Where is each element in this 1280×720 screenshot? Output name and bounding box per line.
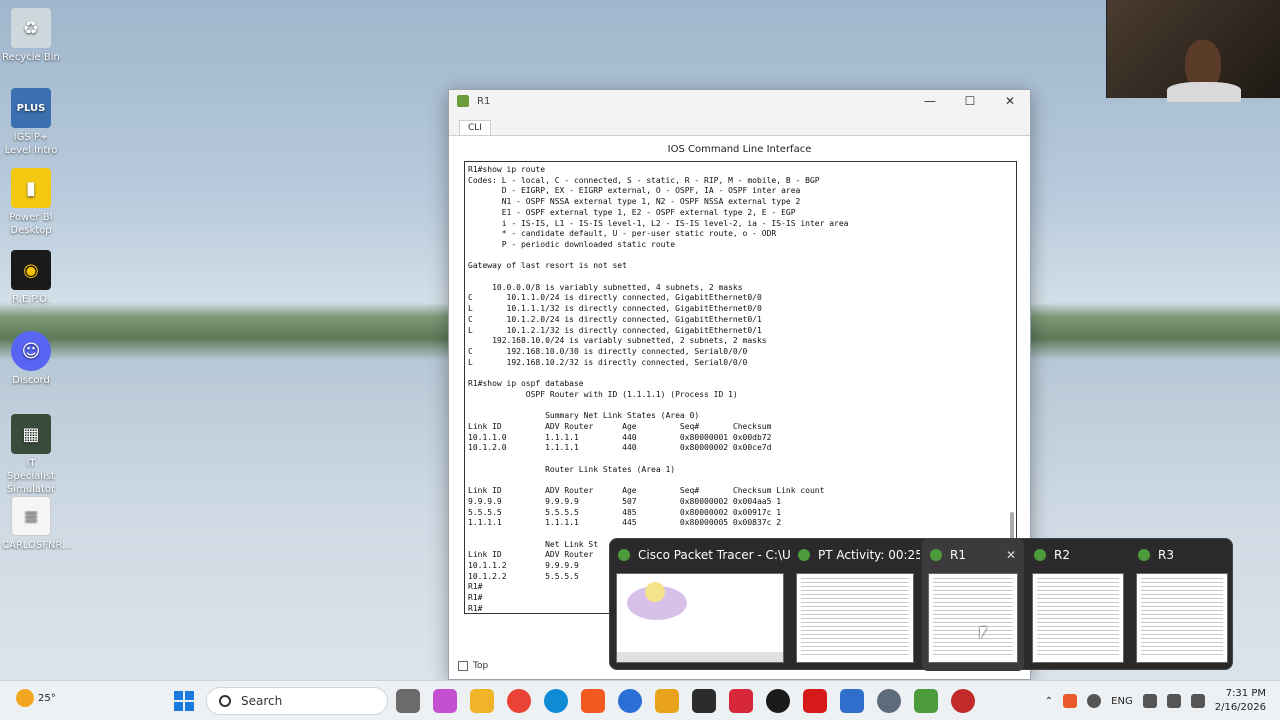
- file-explorer-icon[interactable]: [470, 689, 494, 713]
- taskbar-preview-popup: Cisco Packet Tracer - C:\Us... PT Activi…: [609, 538, 1234, 671]
- weather-sun-icon: [16, 689, 34, 707]
- mouse-cursor-icon: [980, 627, 987, 639]
- preview-thumbnail: [796, 573, 914, 663]
- search-icon: [219, 695, 231, 707]
- plus-app-icon: PLUS: [11, 88, 51, 128]
- desktop-icon-discord[interactable]: ☺ Discord: [2, 331, 60, 387]
- taskbar-apps: [396, 689, 975, 713]
- desktop-icon-power-bi[interactable]: ▮ Power BI Desktop: [2, 168, 60, 237]
- preview-thumbnail: [1136, 573, 1228, 663]
- taskbar-search[interactable]: Search: [206, 687, 388, 715]
- discord-icon: ☺: [11, 331, 51, 371]
- language-indicator[interactable]: ENG: [1111, 696, 1133, 707]
- preview-close-button[interactable]: ✕: [1006, 548, 1016, 562]
- preview-thumbnail: [616, 573, 784, 663]
- it-simulator-icon: ▦: [11, 414, 51, 454]
- weather-widget[interactable]: 25°: [16, 689, 56, 707]
- close-button[interactable]: ✕: [990, 90, 1030, 112]
- recycle-bin-icon: ♻: [11, 8, 51, 48]
- preview-thumbnail: [1032, 573, 1124, 663]
- clock[interactable]: 7:31 PM 2/16/2026: [1215, 687, 1266, 715]
- document-icon: ≡: [11, 496, 51, 536]
- chevron-up-icon[interactable]: ⌃: [1045, 696, 1053, 707]
- packet-tracer-icon: [1138, 549, 1150, 561]
- packet-tracer-icon[interactable]: [914, 689, 938, 713]
- packet-tracer-icon: [618, 549, 630, 561]
- maximize-button[interactable]: ☐: [950, 90, 990, 112]
- packet-tracer-icon: [930, 549, 942, 561]
- desktop-icon-igs[interactable]: PLUS IGS P+ Level Intro: [2, 88, 60, 157]
- preview-r2[interactable]: R2: [1026, 539, 1130, 671]
- power-bi-icon: ▮: [11, 168, 51, 208]
- preview-thumbnail: [928, 573, 1018, 663]
- preview-pt-activity[interactable]: PT Activity: 00:25...: [790, 539, 920, 671]
- settings-icon[interactable]: [877, 689, 901, 713]
- start-button[interactable]: [174, 691, 194, 711]
- tab-strip: CLI: [449, 112, 1030, 136]
- desktop-icon-repo[interactable]: ◉ R.E.P.O.: [2, 250, 60, 306]
- terminal-icon[interactable]: [692, 689, 716, 713]
- checkbox-icon[interactable]: [458, 661, 468, 671]
- minimize-button[interactable]: —: [910, 90, 950, 112]
- packet-tracer-icon: [1034, 549, 1046, 561]
- packet-tracer-icon: [798, 549, 810, 561]
- tab-cli[interactable]: CLI: [459, 120, 491, 135]
- media-player-icon[interactable]: [729, 689, 753, 713]
- chatgpt-icon[interactable]: [766, 689, 790, 713]
- wifi-icon[interactable]: [1142, 694, 1157, 708]
- system-tray: ⌃ ENG 7:31 PM 2/16/2026: [1045, 681, 1280, 720]
- tray-app-icon[interactable]: [1063, 694, 1078, 708]
- window-title: R1: [477, 95, 491, 107]
- vmware-icon[interactable]: [655, 689, 679, 713]
- repo-game-icon: ◉: [11, 250, 51, 290]
- top-checkbox[interactable]: Top: [458, 661, 488, 671]
- recorder-icon[interactable]: [951, 689, 975, 713]
- cli-scrollbar[interactable]: [1010, 512, 1014, 540]
- calculator-icon[interactable]: [840, 689, 864, 713]
- chrome-icon[interactable]: [507, 689, 531, 713]
- edge-icon[interactable]: [544, 689, 568, 713]
- taskbar: 25° Search ⌃ ENG 7:31 PM 2/16/2026: [0, 680, 1280, 720]
- task-view-icon[interactable]: [396, 689, 420, 713]
- microphone-icon[interactable]: [1087, 694, 1102, 708]
- preview-r3[interactable]: R3: [1130, 539, 1234, 671]
- packet-tracer-icon: [457, 95, 469, 107]
- battery-icon[interactable]: [1190, 694, 1205, 708]
- copilot-icon[interactable]: [433, 689, 457, 713]
- desktop-icon-document[interactable]: ≡ CARLOSFNR...: [2, 496, 72, 552]
- preview-packet-tracer[interactable]: Cisco Packet Tracer - C:\Us...: [610, 539, 790, 671]
- preview-r1[interactable]: R1 ✕: [922, 539, 1024, 671]
- desktop-icon-recycle-bin[interactable]: ♻ Recycle Bin: [2, 8, 60, 64]
- webcam-overlay: [1106, 0, 1280, 102]
- app-blue-icon[interactable]: [618, 689, 642, 713]
- desktop-icon-it-simulator[interactable]: ▦ IT Specialist Simulator ...: [2, 414, 60, 509]
- app-red-l-icon[interactable]: [803, 689, 827, 713]
- window-titlebar[interactable]: R1 — ☐ ✕: [449, 90, 1030, 112]
- volume-icon[interactable]: [1166, 694, 1181, 708]
- cli-header: IOS Command Line Interface: [667, 144, 812, 155]
- brave-icon[interactable]: [581, 689, 605, 713]
